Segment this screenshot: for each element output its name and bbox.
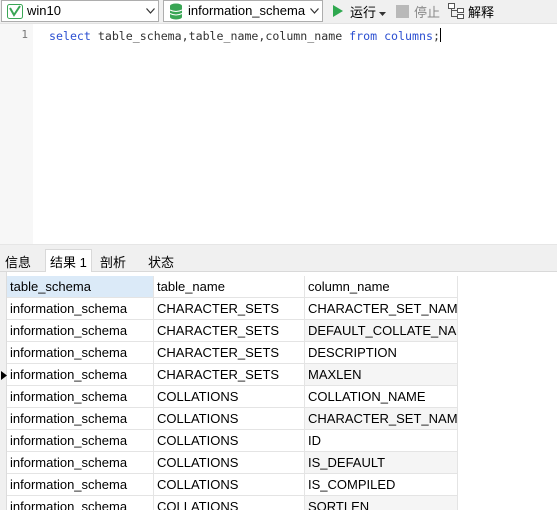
table-cell[interactable]: information_schema (7, 430, 154, 452)
table-row[interactable]: information_schema COLLATIONS IS_COMPILED (7, 474, 458, 496)
table-row[interactable]: information_schema COLLATIONS ID (7, 430, 458, 452)
play-icon (331, 4, 345, 18)
table-row[interactable]: information_schema CHARACTER_SETS CHARACTE… (7, 298, 458, 320)
connection-select[interactable]: win10 (1, 0, 159, 22)
database-select[interactable]: information_schema (163, 0, 323, 22)
table-cell[interactable]: information_schema (7, 496, 154, 510)
table-row[interactable]: information_schema CHARACTER_SETS DEFAULT_… (7, 320, 458, 342)
column-header-column-name[interactable]: column_name (305, 276, 458, 298)
table-cell[interactable]: information_schema (7, 474, 154, 496)
stop-icon (396, 4, 409, 18)
text-caret (439, 28, 441, 42)
table-cell[interactable]: information_schema (7, 386, 154, 408)
line-number: 1 (21, 28, 28, 41)
stop-button-label: 停止 (414, 4, 441, 20)
table-cell[interactable]: COLLATIONS (154, 496, 305, 510)
grid-header-row: table_schema table_name column_name (7, 276, 458, 298)
sql-text-columns: table_schema,table_name,column_name (90, 29, 350, 43)
table-row[interactable]: information_schema COLLATIONS CHARACTER_SE… (7, 408, 458, 430)
row-indicator-column (0, 272, 7, 510)
database-select-value: information_schema (188, 3, 306, 18)
chevron-down-icon[interactable] (142, 1, 158, 21)
table-cell[interactable]: CHARACTER_SETS (154, 320, 305, 342)
tab-profile[interactable]: 剖析 (96, 249, 130, 273)
tab-status[interactable]: 状态 (144, 249, 178, 273)
database-icon (169, 3, 183, 20)
stop-button[interactable]: 停止 (396, 1, 440, 21)
table-cell[interactable]: CHARACTER_SETS (154, 298, 305, 320)
tab-info[interactable]: 信息 (1, 249, 35, 273)
column-header-table-schema[interactable]: table_schema (7, 276, 154, 298)
run-button[interactable]: 运行 (331, 1, 376, 21)
explain-icon (448, 3, 465, 19)
table-cell[interactable]: MAXLEN (305, 364, 458, 386)
table-cell[interactable]: information_schema (7, 320, 154, 342)
table-cell[interactable]: IS_COMPILED (305, 474, 458, 496)
table-cell[interactable]: COLLATIONS (154, 430, 305, 452)
table-cell[interactable]: CHARACTER_SET_NAME (305, 298, 458, 320)
table-cell[interactable]: COLLATIONS (154, 386, 305, 408)
result-tabs: 信息 结果 1 剖析 状态 (0, 244, 557, 273)
sql-keyword-from: from (349, 29, 378, 43)
table-cell[interactable]: DESCRIPTION (305, 342, 458, 364)
table-cell[interactable]: information_schema (7, 298, 154, 320)
table-cell[interactable]: information_schema (7, 364, 154, 386)
caret-down-icon (379, 4, 386, 19)
app-window: win10 information_schema 运行 停止 解释 1 sele… (0, 0, 557, 510)
table-cell[interactable]: COLLATIONS (154, 474, 305, 496)
sql-keyword-select: select (49, 29, 91, 43)
sql-text-space (377, 29, 384, 43)
explain-button[interactable]: 解释 (448, 1, 494, 21)
table-cell[interactable]: ID (305, 430, 458, 452)
table-row[interactable]: information_schema COLLATIONS IS_DEFAULT (7, 452, 458, 474)
table-row[interactable]: information_schema COLLATIONS SORTLEN (7, 496, 458, 510)
table-cell[interactable]: CHARACTER_SETS (154, 342, 305, 364)
run-options-button[interactable] (379, 1, 391, 21)
table-row[interactable]: information_schema CHARACTER_SETS MAXLEN (7, 364, 458, 386)
tab-status-label: 状态 (148, 254, 175, 270)
connection-icon (7, 4, 23, 19)
table-cell[interactable]: information_schema (7, 452, 154, 474)
tab-result-1[interactable]: 结果 1 (45, 249, 92, 273)
run-button-label: 运行 (350, 4, 377, 20)
result-grid[interactable]: table_schema table_name column_name info… (0, 272, 557, 510)
sql-text-semicolon: ; (432, 29, 440, 43)
table-cell[interactable]: IS_DEFAULT (305, 452, 458, 474)
column-header-table-name[interactable]: table_name (154, 276, 305, 298)
sql-editor[interactable]: 1 select table_schema,table_name,column_… (0, 24, 557, 244)
table-cell[interactable]: information_schema (7, 342, 154, 364)
table-cell[interactable]: COLLATION_NAME (305, 386, 458, 408)
sql-keyword-table: columns (384, 29, 433, 43)
connection-select-value: win10 (27, 3, 61, 18)
table-cell[interactable]: SORTLEN (305, 496, 458, 510)
current-row-indicator-icon (0, 364, 7, 386)
tab-profile-label: 剖析 (100, 254, 127, 270)
sql-code-line[interactable]: select table_schema,table_name,column_na… (49, 28, 441, 43)
tab-result-1-label: 结果 1 (50, 254, 87, 270)
table-cell[interactable]: DEFAULT_COLLATE_NAME (305, 320, 458, 342)
line-number-gutter: 1 (0, 24, 33, 244)
table-row[interactable]: information_schema CHARACTER_SETS DESCRIPT… (7, 342, 458, 364)
tab-info-label: 信息 (5, 254, 32, 270)
chevron-down-icon[interactable] (306, 1, 322, 21)
table-cell[interactable]: COLLATIONS (154, 452, 305, 474)
explain-button-label: 解释 (468, 4, 495, 20)
table-cell[interactable]: CHARACTER_SET_NAME (305, 408, 458, 430)
toolbar: win10 information_schema 运行 停止 解释 (0, 0, 557, 24)
table-cell[interactable]: COLLATIONS (154, 408, 305, 430)
table-row[interactable]: information_schema COLLATIONS COLLATION_NA… (7, 386, 458, 408)
table-cell[interactable]: information_schema (7, 408, 154, 430)
table-cell[interactable]: CHARACTER_SETS (154, 364, 305, 386)
